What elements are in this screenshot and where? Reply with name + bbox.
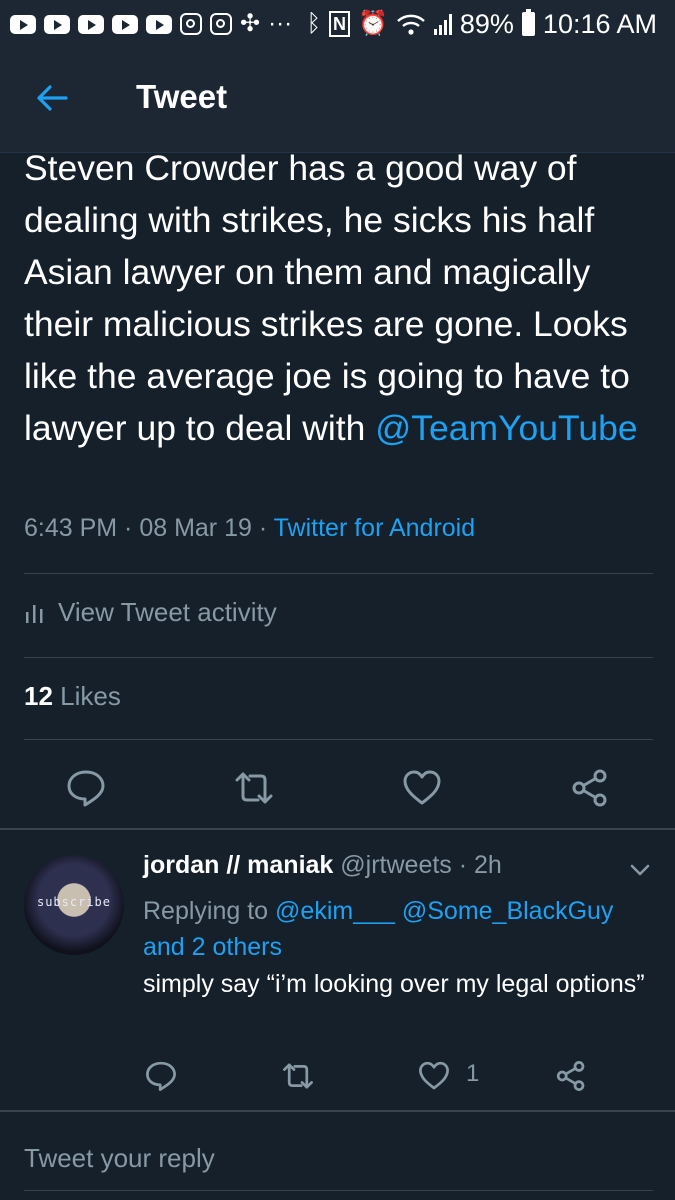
- likes-count: 12: [24, 681, 53, 711]
- like-heart-icon[interactable]: [418, 1060, 450, 1092]
- share-icon[interactable]: [570, 768, 610, 808]
- tweet-detail-screen: ✣ ··· ᛒ N ⏰ 89% 10:16 AM Tweet Steven Cr…: [0, 0, 675, 1200]
- instagram-icon: [180, 13, 202, 35]
- reply-input[interactable]: [24, 1138, 653, 1178]
- wifi-icon: [397, 14, 425, 35]
- mention-link[interactable]: @TeamYouTube: [375, 408, 637, 448]
- view-activity-label: View Tweet activity: [58, 597, 277, 627]
- replying-to: Replying to @ekim___ @Some_BlackGuy and …: [143, 893, 663, 965]
- clock: 10:16 AM: [542, 8, 657, 39]
- view-activity-button[interactable]: View Tweet activity: [24, 597, 277, 628]
- reply-author-name[interactable]: jordan // maniak: [143, 851, 333, 879]
- app-bar: Tweet: [0, 48, 675, 153]
- nfc-icon: N: [328, 11, 350, 37]
- meta-separator: ·: [251, 514, 274, 542]
- divider: [24, 739, 653, 740]
- retweet-icon[interactable]: [282, 1060, 314, 1092]
- tweet-text: Steven Crowder has a good way of dealing…: [24, 142, 654, 454]
- tweet-meta: 6:43 PM · 08 Mar 19 · Twitter for Androi…: [24, 514, 475, 543]
- like-heart-icon[interactable]: [402, 768, 442, 808]
- tweet-source[interactable]: Twitter for Android: [274, 514, 475, 542]
- tweet-body: Steven Crowder has a good way of dealing…: [24, 148, 630, 448]
- reply-header: jordan // maniak @jrtweets · 2h: [143, 851, 502, 880]
- reply-text: simply say “i’m looking over my legal op…: [143, 970, 645, 998]
- reply-author-handle[interactable]: @jrtweets: [340, 851, 452, 879]
- replying-prefix: Replying to: [143, 897, 276, 925]
- reply-time: 2h: [474, 851, 502, 879]
- battery-icon: [521, 9, 535, 36]
- avatar[interactable]: subscribe: [24, 855, 124, 955]
- reply-like-count: 1: [466, 1060, 480, 1087]
- system-icons: ᛒ N ⏰ 89% 10:16 AM: [307, 0, 657, 48]
- battery-percent: 89%: [459, 8, 514, 39]
- likes-summary[interactable]: 12 Likes: [24, 681, 121, 712]
- tweet-time: 6:43 PM: [24, 514, 118, 542]
- divider: [24, 657, 653, 658]
- reply-composer: [0, 1112, 675, 1200]
- status-bar: ✣ ··· ᛒ N ⏰ 89% 10:16 AM: [0, 0, 675, 48]
- meta-separator: ·: [451, 851, 475, 879]
- reply-icon[interactable]: [66, 768, 106, 808]
- page-title: Tweet: [136, 78, 228, 115]
- avatar-overlay-text: subscribe: [36, 895, 112, 909]
- reply-icon[interactable]: [145, 1060, 177, 1092]
- divider: [24, 573, 653, 574]
- section-divider: [0, 828, 675, 830]
- youtube-icon: [44, 14, 70, 34]
- youtube-icon: [146, 14, 172, 34]
- meta-separator: ·: [117, 514, 140, 542]
- youtube-icon: [10, 14, 36, 34]
- chevron-down-icon[interactable]: [628, 858, 652, 882]
- instagram-icon: [210, 13, 232, 35]
- mention-link[interactable]: @Some_BlackGuy: [402, 897, 614, 925]
- notification-icons: ✣ ···: [0, 12, 292, 36]
- pinwheel-icon: ✣: [240, 10, 261, 37]
- tweet-date: 08 Mar 19: [139, 514, 252, 542]
- bluetooth-icon: ᛒ: [306, 10, 321, 37]
- back-arrow-icon[interactable]: [34, 80, 70, 116]
- alarm-icon: ⏰: [357, 10, 388, 37]
- mention-link[interactable]: @ekim___: [275, 897, 395, 925]
- retweet-icon[interactable]: [234, 768, 274, 808]
- tweet-actions: [0, 762, 675, 812]
- composer-underline: [24, 1190, 653, 1191]
- more-notifications: ···: [268, 10, 293, 37]
- likes-label: Likes: [60, 681, 121, 711]
- analytics-icon: [26, 604, 43, 623]
- share-icon[interactable]: [555, 1060, 587, 1092]
- youtube-icon: [78, 14, 104, 34]
- youtube-icon: [112, 14, 138, 34]
- others-link[interactable]: and 2 others: [143, 933, 282, 961]
- signal-icon: [433, 13, 452, 35]
